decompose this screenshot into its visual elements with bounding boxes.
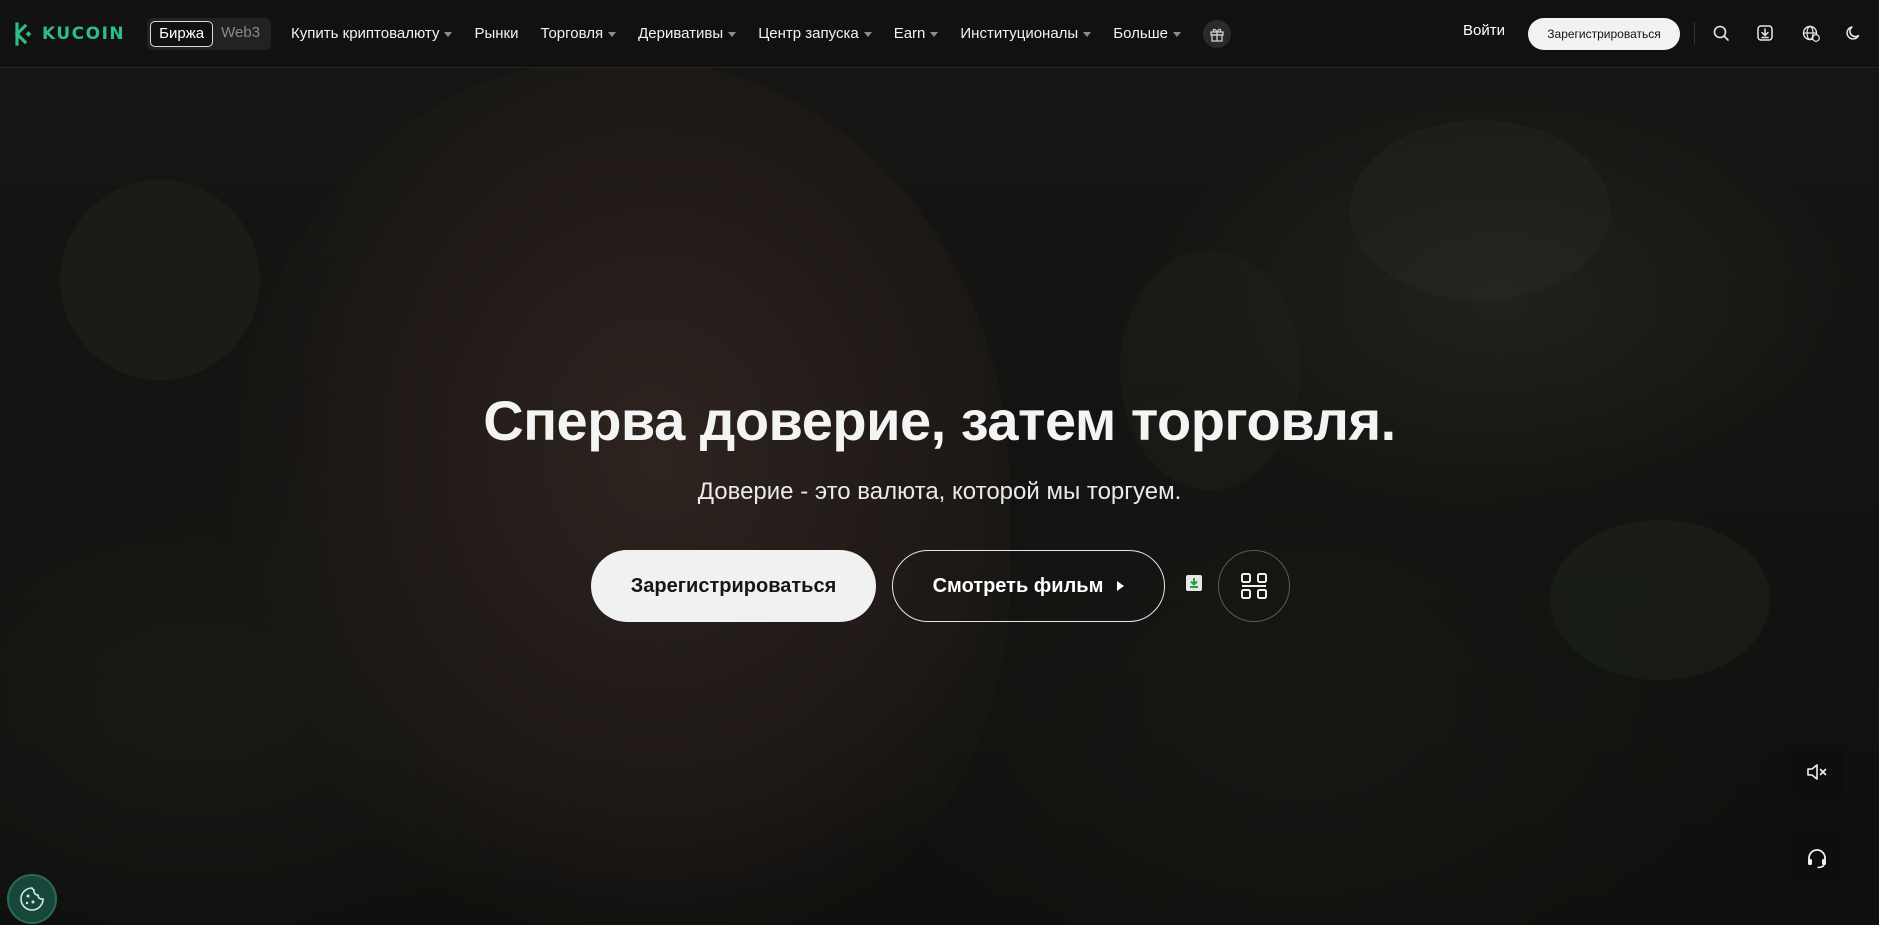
green-download-icon [1190,578,1198,588]
kucoin-logo[interactable]: KUCOIN [10,19,125,49]
kucoin-logo-icon [14,21,32,46]
gift-button[interactable] [1203,19,1232,48]
sound-muted-icon [1807,764,1827,780]
globe-currency-icon [1802,25,1820,42]
nav-item-label: Деривативы [638,25,724,42]
chevron-down-icon [444,32,453,37]
qr-code-icon [1241,573,1267,599]
nav-item-label: Институционалы [960,25,1079,42]
nav-trade[interactable]: Торговля [540,25,617,42]
support-chat-button[interactable] [1790,831,1844,885]
exchange-web3-switch: Биржа Web3 [147,17,272,50]
cookie-settings-button[interactable] [7,874,57,924]
main-menu: Купить криптовалюту Рынки Торговля Дерив… [291,19,1232,48]
hero-background-video [0,0,1879,925]
nav-item-label: Earn [893,25,926,42]
nav-item-label: Купить криптовалюту [291,25,440,42]
header-signup-button[interactable]: Зарегистрироваться [1528,18,1680,50]
chevron-down-icon [1083,32,1092,37]
cookie-icon [20,887,44,911]
watch-film-button[interactable]: Смотреть фильм [892,550,1165,622]
exchange-tab[interactable]: Биржа [150,20,214,47]
theme-moon-icon [1846,26,1860,40]
nav-item-label: Больше [1113,25,1169,42]
chevron-down-icon [728,32,737,37]
hero-subheadline: Доверие - это валюта, которой мы торгуем… [697,478,1182,505]
search-button[interactable] [1710,22,1732,44]
language-currency-button[interactable] [1800,22,1822,44]
nav-item-label: Торговля [540,25,604,42]
mute-video-button[interactable] [1790,745,1844,799]
chevron-down-icon [608,32,617,37]
nav-launch-center[interactable]: Центр запуска [758,25,872,42]
chevron-down-icon [1173,32,1182,37]
hero-overlay [0,0,1879,925]
nav-derivatives[interactable]: Деривативы [638,25,737,42]
nav-item-label: Центр запуска [758,25,859,42]
divider [1694,22,1695,44]
download-app-button[interactable] [1754,22,1776,44]
hero-headline: Сперва доверие, затем торговля. [483,389,1396,452]
qr-code-button[interactable] [1218,550,1290,622]
brand-name: KUCOIN [42,23,126,44]
nav-markets[interactable]: Рынки [474,25,518,42]
headset-support-icon [1808,849,1826,869]
download-app-thumbnail [1186,575,1202,591]
nav-institutional[interactable]: Институционалы [960,25,1092,42]
play-icon [1117,581,1125,591]
nav-buy-crypto[interactable]: Купить криптовалюту [291,25,453,42]
hero-signup-button[interactable]: Зарегистрироваться [591,550,876,622]
chevron-down-icon [930,32,939,37]
nav-more[interactable]: Больше [1113,25,1182,42]
nav-item-label: Рынки [474,25,519,42]
gift-icon [1210,28,1224,42]
nav-earn[interactable]: Earn [894,25,939,42]
theme-toggle-button[interactable] [1843,22,1865,44]
watch-film-label: Смотреть фильм [932,574,1104,597]
download-icon [1757,25,1773,41]
login-link[interactable]: Войти [1463,22,1505,39]
search-icon [1713,25,1729,41]
web3-tab[interactable]: Web3 [213,21,268,47]
chevron-down-icon [863,32,872,37]
top-navigation-bar: KUCOIN Биржа Web3 Купить криптовалюту Ры… [0,0,1879,68]
